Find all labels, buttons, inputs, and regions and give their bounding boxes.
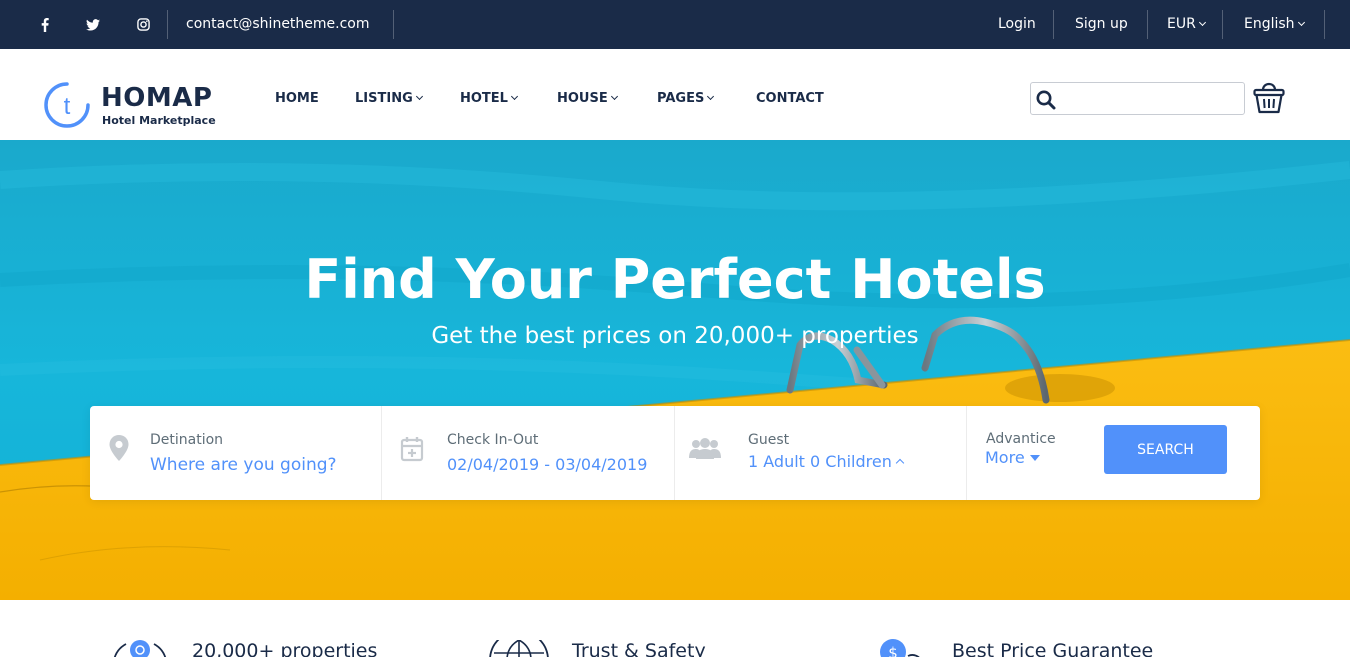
hero-banner: Find Your Perfect Hotels Get the best pr… — [0, 140, 1350, 600]
logo-icon[interactable]: t — [43, 81, 91, 129]
advanced-label: Advantice — [986, 431, 1056, 447]
feature-title: Best Price Guarantee — [952, 640, 1154, 657]
chevron-up-icon — [895, 458, 905, 468]
checkin-checkout-field[interactable]: Check In-Out 02/04/2019 - 03/04/2019 — [382, 406, 675, 500]
chevron-down-icon — [1198, 18, 1206, 27]
hero-background-image — [0, 140, 1350, 600]
search-input[interactable] — [1061, 87, 1239, 111]
feature-title: Trust & Safety — [572, 640, 706, 657]
users-icon — [689, 438, 721, 459]
guest-label: Guest — [748, 432, 790, 448]
nav-pages-label: PAGES — [657, 91, 705, 106]
advanced-more-toggle[interactable]: More — [985, 448, 1040, 467]
caret-down-icon — [1029, 455, 1040, 461]
nav-listing-label: LISTING — [355, 91, 413, 106]
nav-pages[interactable]: PAGES — [657, 87, 715, 111]
logo-letter: t — [64, 93, 71, 120]
chevron-down-icon — [510, 92, 519, 101]
search-button[interactable]: SEARCH — [1104, 425, 1227, 474]
hero-title: Find Your Perfect Hotels — [304, 248, 1046, 311]
feature-best-price: $ Best Price Guarantee — [878, 636, 1178, 657]
signup-link[interactable]: Sign up — [1075, 0, 1128, 49]
main-header: t HOMAP Hotel Marketplace HOME LISTING H… — [0, 49, 1350, 140]
divider — [1053, 10, 1054, 39]
destination-input[interactable]: Where are you going? — [150, 455, 337, 475]
nav-home[interactable]: HOME — [275, 87, 319, 111]
divider — [393, 10, 394, 39]
calendar-plus-icon — [400, 437, 424, 462]
facebook-icon[interactable] — [33, 0, 57, 49]
nav-hotel-label: HOTEL — [460, 91, 508, 106]
divider — [1324, 10, 1325, 39]
login-link[interactable]: Login — [998, 0, 1036, 49]
search-icon[interactable] — [1035, 89, 1057, 111]
advanced-field[interactable]: Advantice More — [967, 406, 1104, 500]
checkin-label: Check In-Out — [447, 432, 539, 448]
nav-listing[interactable]: LISTING — [355, 87, 423, 111]
destination-field[interactable]: Detination Where are you going? — [90, 406, 382, 500]
instagram-icon[interactable] — [131, 0, 155, 49]
logo-name[interactable]: HOMAP — [101, 82, 212, 114]
nav-house[interactable]: HOUSE — [557, 87, 618, 111]
basket-icon[interactable] — [1252, 79, 1286, 115]
chevron-down-icon — [707, 92, 715, 101]
nav-hotel[interactable]: HOTEL — [460, 87, 519, 111]
guest-value: 1 Adult 0 Children — [748, 452, 892, 471]
divider — [1147, 10, 1148, 39]
feature-title: 20,000+ properties — [192, 640, 378, 657]
hotel-search-form: Detination Where are you going? Check In… — [90, 406, 1260, 500]
globe-icon — [489, 640, 549, 657]
header-search — [1030, 82, 1245, 115]
guest-dropdown[interactable]: 1 Adult 0 Children — [748, 452, 905, 471]
currency-dropdown[interactable]: EUR — [1167, 0, 1206, 49]
language-dropdown[interactable]: English — [1244, 0, 1305, 49]
logo-tagline: Hotel Marketplace — [102, 114, 216, 127]
guest-field[interactable]: Guest 1 Adult 0 Children — [675, 406, 967, 500]
feature-properties: 20,000+ properties — [108, 636, 388, 657]
divider — [1222, 10, 1223, 39]
contact-email[interactable]: contact@shinetheme.com — [186, 0, 370, 49]
twitter-icon[interactable] — [81, 0, 105, 49]
nav-house-label: HOUSE — [557, 91, 608, 106]
checkin-dates[interactable]: 02/04/2019 - 03/04/2019 — [447, 455, 647, 474]
divider — [167, 10, 168, 39]
top-bar: contact@shinetheme.com Login Sign up EUR… — [0, 0, 1350, 49]
globe-pin-icon — [113, 640, 167, 657]
advanced-more-label: More — [985, 448, 1025, 467]
hero-subtitle: Get the best prices on 20,000+ propertie… — [431, 323, 919, 349]
nav-contact[interactable]: CONTACT — [756, 87, 824, 111]
svg-text:$: $ — [888, 644, 898, 657]
chevron-down-icon — [1297, 18, 1305, 27]
destination-label: Detination — [150, 432, 224, 448]
feature-trust: Trust & Safety — [488, 636, 788, 657]
chevron-down-icon — [610, 92, 618, 101]
language-label: English — [1244, 16, 1295, 32]
dollar-badge-icon: $ — [880, 639, 920, 657]
chevron-down-icon — [415, 92, 423, 101]
currency-label: EUR — [1167, 16, 1196, 32]
map-pin-icon — [109, 435, 129, 461]
